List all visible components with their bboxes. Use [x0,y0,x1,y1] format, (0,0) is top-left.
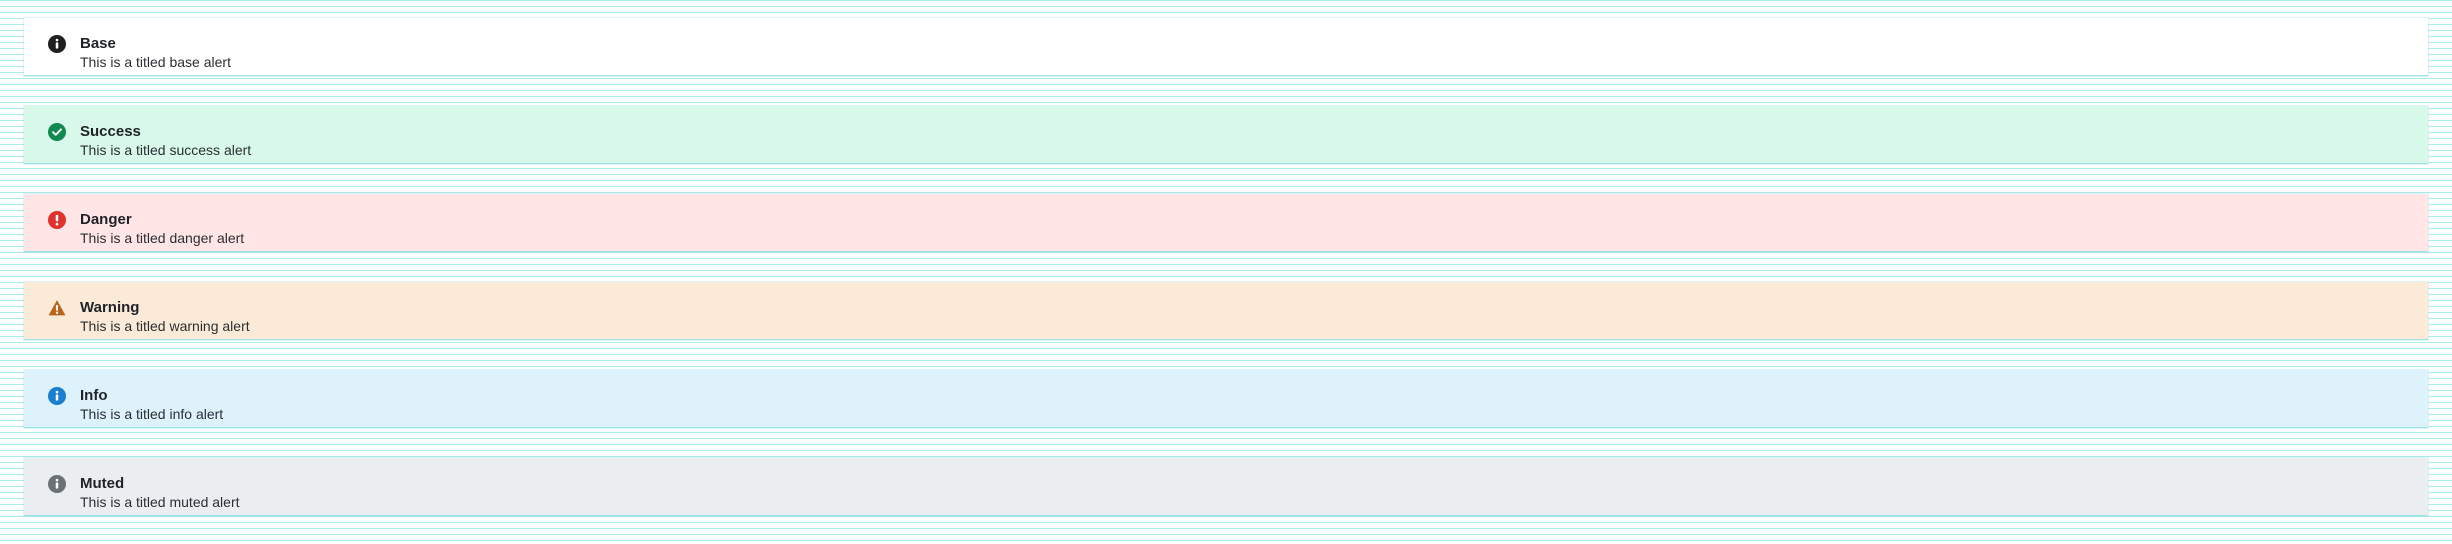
alert-stack: Base This is a titled base alert Success… [24,18,2428,516]
alert-warning: Warning This is a titled warning alert [24,282,2428,340]
info-icon [48,387,66,405]
info-icon [48,475,66,493]
alert-text: Base This is a titled base alert [80,34,231,71]
alert-message: This is a titled base alert [80,54,231,70]
alert-title: Danger [80,211,132,228]
alert-title: Base [80,35,116,52]
info-icon [48,35,66,53]
alert-muted: Muted This is a titled muted alert [24,458,2428,516]
alert-text: Info This is a titled info alert [80,386,223,423]
alert-title: Warning [80,299,140,316]
alert-text: Danger This is a titled danger alert [80,210,244,247]
check-circle-icon [48,123,66,141]
alert-message: This is a titled success alert [80,142,252,158]
alert-message: This is a titled info alert [80,406,224,422]
alert-danger: Danger This is a titled danger alert [24,194,2428,252]
alert-message: This is a titled muted alert [80,494,240,510]
alert-text: Success This is a titled success alert [80,122,251,159]
alert-text: Warning This is a titled warning alert [80,298,250,335]
alert-title: Muted [80,475,125,492]
alert-success: Success This is a titled success alert [24,106,2428,164]
exclamation-circle-icon [48,211,66,229]
alert-message: This is a titled warning alert [80,318,250,334]
alert-message: This is a titled danger alert [80,230,245,246]
alert-text: Muted This is a titled muted alert [80,474,240,511]
alert-info: Info This is a titled info alert [24,370,2428,428]
alert-base: Base This is a titled base alert [24,18,2428,76]
alert-title: Success [80,123,141,140]
warning-triangle-icon [48,299,66,317]
alert-title: Info [80,387,108,404]
